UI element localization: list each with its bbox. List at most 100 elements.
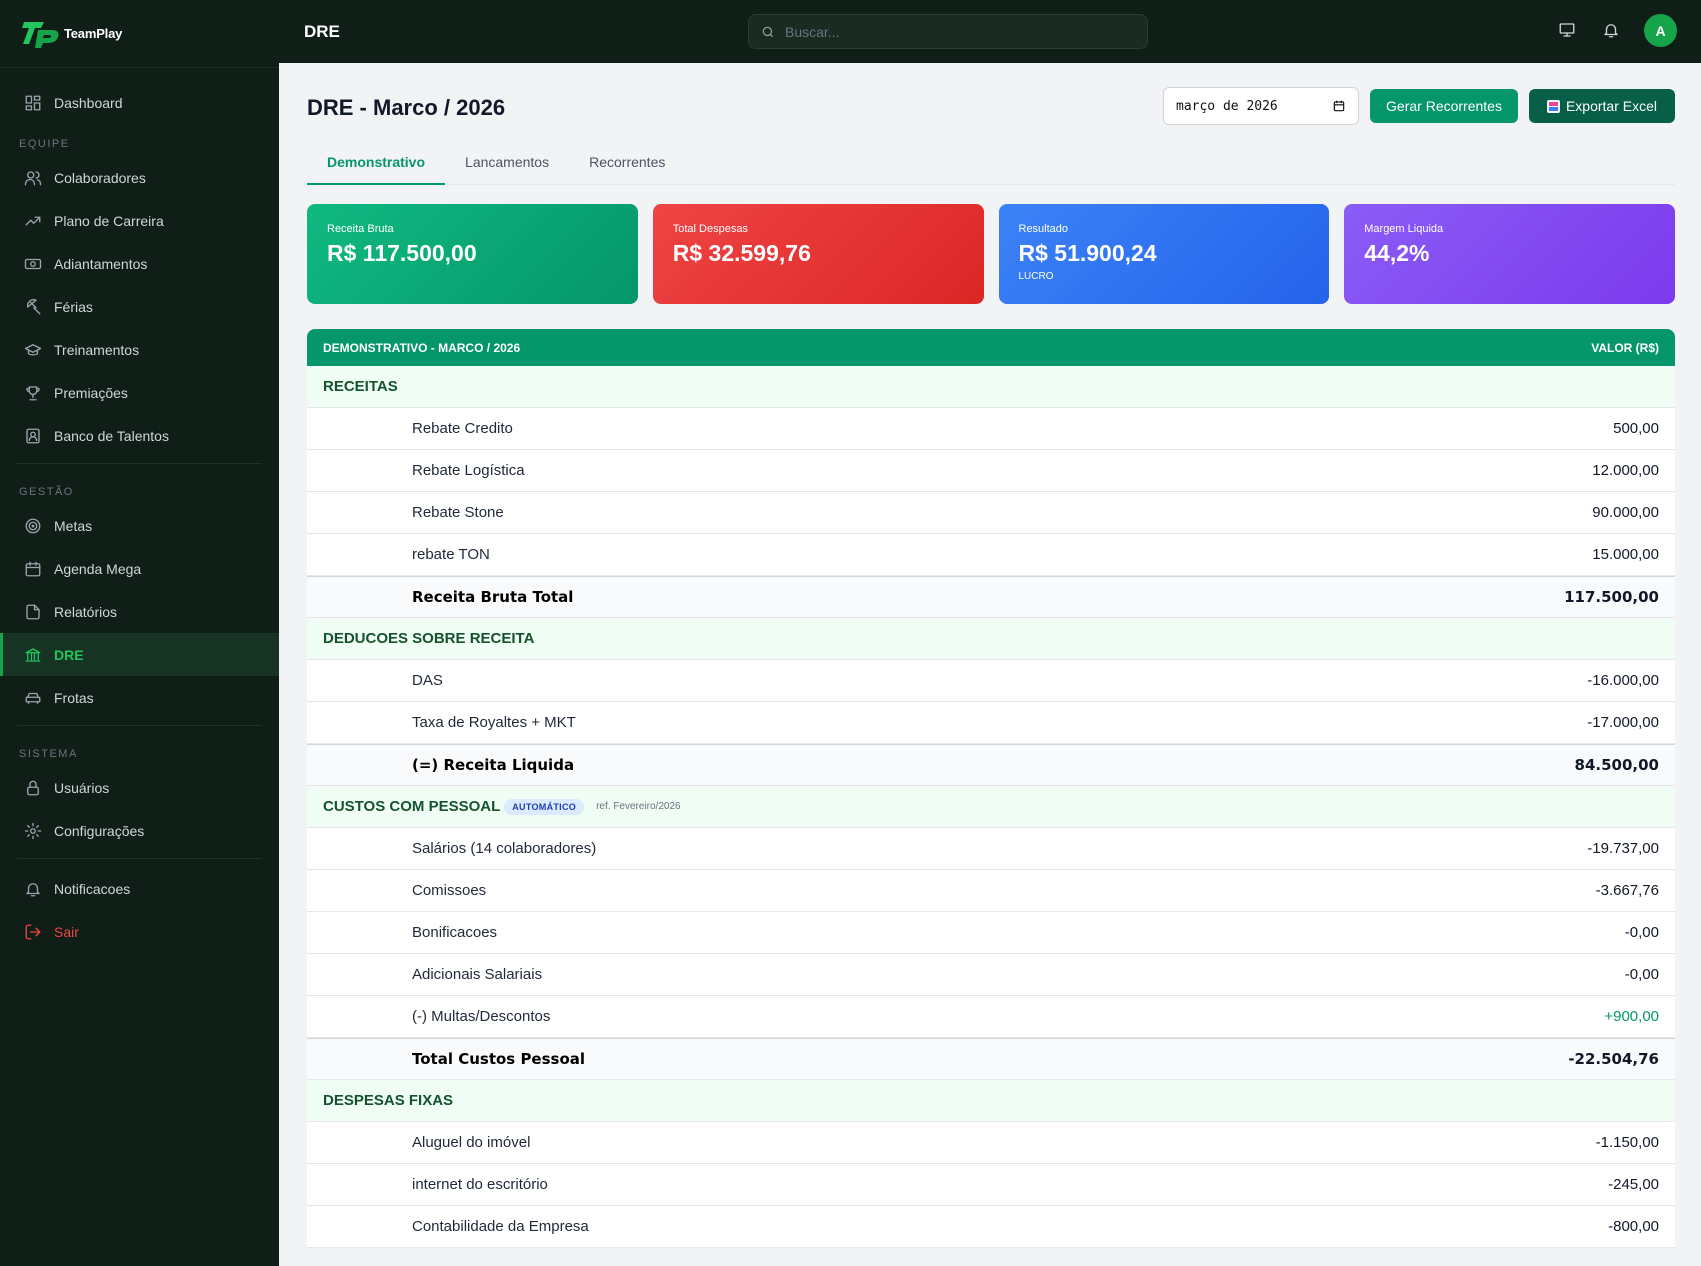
search-input[interactable]: [785, 23, 1125, 40]
sidebar-item-ferias[interactable]: Férias: [0, 285, 279, 328]
brand[interactable]: TeamPlay: [0, 0, 279, 68]
sidebar-item-label: Premiações: [54, 384, 128, 401]
sidebar-item-adiantamentos[interactable]: Adiantamentos: [0, 242, 279, 285]
monitor-icon[interactable]: [1558, 21, 1578, 41]
row-label: internet do escritório: [412, 1176, 548, 1193]
row-value: 90.000,00: [1592, 504, 1659, 521]
sidebar-item-dashboard[interactable]: Dashboard: [0, 81, 279, 124]
section-gestao: GESTÃO: [19, 486, 74, 498]
sidebar: TeamPlay Dashboard EQUIPE Colaboradores …: [0, 0, 279, 1266]
excel-icon: [1546, 99, 1560, 113]
sidebar-item-metas[interactable]: Metas: [0, 504, 279, 547]
topbar-title: DRE: [304, 21, 340, 41]
header-actions: março de 2026 Gerar Recorrentes Exportar…: [1163, 87, 1675, 125]
contact-icon: [24, 427, 42, 445]
row-value: -17.000,00: [1587, 714, 1659, 731]
avatar[interactable]: A: [1644, 14, 1677, 47]
sidebar-item-dre[interactable]: DRE: [0, 633, 279, 676]
gerar-recorrentes-button[interactable]: Gerar Recorrentes: [1370, 89, 1518, 123]
sidebar-item-relatorios[interactable]: Relatórios: [0, 590, 279, 633]
topbar-actions: A: [1534, 14, 1677, 47]
total-row: Receita Bruta Total 117.500,00: [307, 576, 1675, 618]
row-value: -0,00: [1624, 966, 1659, 983]
tab-lancamentos[interactable]: Lancamentos: [445, 151, 569, 185]
exportar-excel-button[interactable]: Exportar Excel: [1529, 89, 1675, 123]
table-row: rebate TON 15.000,00: [307, 534, 1675, 576]
row-label: Taxa de Royaltes + MKT: [412, 714, 576, 731]
sidebar-item-label: Dashboard: [54, 94, 123, 111]
row-label: Adicionais Salariais: [412, 966, 543, 983]
total-value: 117.500,00: [1564, 588, 1659, 606]
table-row: Rebate Stone 90.000,00: [307, 492, 1675, 534]
page-header: DRE - Marco / 2026 março de 2026 Gerar R…: [307, 63, 1675, 151]
sidebar-item-label: Treinamentos: [54, 341, 140, 358]
card-label: Total Despesas: [672, 223, 748, 235]
main-content: DRE - Marco / 2026 março de 2026 Gerar R…: [307, 63, 1675, 1248]
table-row: (-) Multas/Descontos +900,00: [307, 996, 1675, 1038]
row-label: Rebate Stone: [412, 504, 504, 521]
sidebar-item-premiacoes[interactable]: Premiações: [0, 371, 279, 414]
sidebar-item-agenda-mega[interactable]: Agenda Mega: [0, 547, 279, 590]
sidebar-item-sair[interactable]: Sair: [0, 910, 279, 953]
trophy-icon: [24, 384, 42, 402]
card-sub: LUCRO: [1018, 271, 1054, 282]
table-header-left: DEMONSTRATIVO - MARCO / 2026: [323, 340, 521, 355]
row-label: (-) Multas/Descontos: [412, 1008, 551, 1025]
sidebar-item-label: Agenda Mega: [54, 560, 142, 577]
row-value: 12.000,00: [1592, 462, 1659, 479]
search-box[interactable]: [748, 14, 1148, 49]
brand-name: TeamPlay: [64, 26, 123, 41]
sidebar-nav: Dashboard EQUIPE Colaboradores Plano de …: [0, 68, 279, 953]
total-row: Total Custos Pessoal -22.504,76: [307, 1038, 1675, 1080]
row-value: 500,00: [1613, 420, 1659, 437]
topbar: DRE A: [279, 0, 1701, 63]
total-label: (=) Receita Liquida: [412, 756, 575, 774]
row-label: Rebate Credito: [412, 420, 513, 437]
sidebar-item-label: Férias: [54, 298, 93, 315]
sidebar-item-configuracoes[interactable]: Configurações: [0, 809, 279, 852]
sidebar-item-treinamentos[interactable]: Treinamentos: [0, 328, 279, 371]
card-value: R$ 32.599,76: [672, 240, 811, 266]
sidebar-item-plano-carreira[interactable]: Plano de Carreira: [0, 199, 279, 242]
table-row: Bonificacoes -0,00: [307, 912, 1675, 954]
sidebar-item-label: Sair: [54, 923, 79, 940]
calendar-icon: [24, 560, 42, 578]
tab-demonstrativo[interactable]: Demonstrativo: [307, 151, 446, 185]
dashboard-icon: [24, 94, 42, 112]
sidebar-item-notificacoes[interactable]: Notificacoes: [0, 867, 279, 910]
sidebar-item-label: Metas: [54, 517, 93, 534]
divider: [17, 463, 262, 464]
row-label: Comissoes: [412, 882, 487, 899]
tab-recorrentes[interactable]: Recorrentes: [569, 151, 685, 185]
file-icon: [24, 603, 42, 621]
sidebar-item-banco-talentos[interactable]: Banco de Talentos: [0, 414, 279, 457]
total-value: -22.504,76: [1568, 1050, 1659, 1068]
section-receitas: RECEITAS: [307, 366, 1675, 408]
dre-table: DEMONSTRATIVO - MARCO / 2026 VALOR (R$) …: [307, 329, 1675, 1248]
table-row: Aluguel do imóvel -1.150,00: [307, 1122, 1675, 1164]
sidebar-item-usuarios[interactable]: Usuários: [0, 766, 279, 809]
card-value: R$ 117.500,00: [327, 240, 477, 266]
sidebar-item-colaboradores[interactable]: Colaboradores: [0, 156, 279, 199]
section-pessoal: CUSTOS COM PESSOAL AUTOMÁTICO ref. Fever…: [307, 786, 1675, 828]
row-value: +900,00: [1604, 1008, 1659, 1025]
divider: [17, 725, 262, 726]
card-resultado: Resultado R$ 51.900,24 LUCRO: [998, 204, 1330, 304]
row-label: rebate TON: [412, 546, 490, 563]
sidebar-item-label: Plano de Carreira: [54, 212, 164, 229]
row-value: -3.667,76: [1595, 882, 1659, 899]
umbrella-icon: [24, 298, 42, 316]
card-label: Resultado: [1018, 223, 1069, 235]
bell-icon[interactable]: [1602, 21, 1622, 41]
row-label: Rebate Logística: [412, 462, 525, 479]
teamplay-logo-icon: [22, 21, 59, 48]
sidebar-item-label: Configurações: [54, 822, 145, 839]
card-label: Margem Liquida: [1364, 223, 1444, 235]
summary-cards: Receita Bruta R$ 117.500,00 Total Despes…: [307, 204, 1675, 304]
sidebar-item-frotas[interactable]: Frotas: [0, 676, 279, 719]
month-picker[interactable]: março de 2026: [1163, 87, 1359, 125]
table-row: Comissoes -3.667,76: [307, 870, 1675, 912]
page-title: DRE - Marco / 2026: [307, 95, 506, 120]
users-icon: [24, 169, 42, 187]
table-row: Rebate Credito 500,00: [307, 408, 1675, 450]
